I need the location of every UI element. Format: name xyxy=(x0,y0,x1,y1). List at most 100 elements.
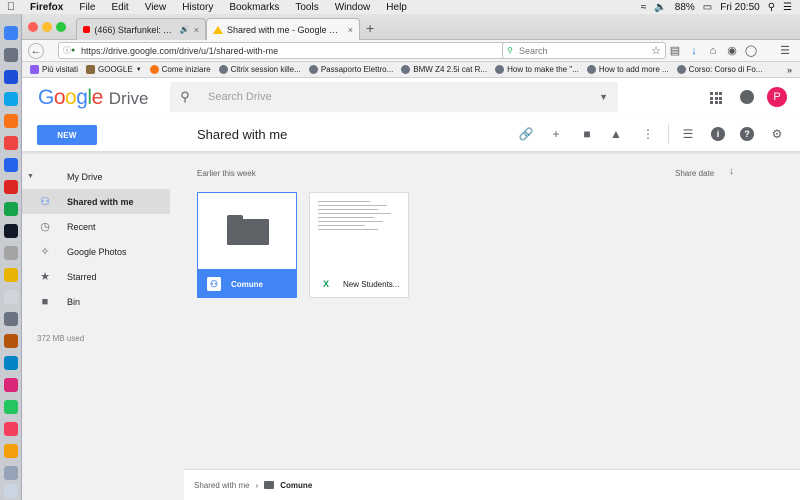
sort-by-button[interactable]: Share date xyxy=(675,169,714,178)
calendar-icon[interactable] xyxy=(4,180,18,194)
hamburger-menu-icon[interactable]: ☰ xyxy=(778,44,792,58)
bookmark-folder[interactable]: GOOGLE ▼ xyxy=(86,65,142,74)
add-to-drive-icon[interactable]: ▲ xyxy=(608,126,624,142)
notes-icon[interactable] xyxy=(4,268,18,282)
breadcrumb-root[interactable]: Shared with me xyxy=(194,481,250,490)
drive-search-input[interactable]: ⚲ Search Drive ▼ xyxy=(170,82,618,112)
info-icon[interactable]: ⓘ xyxy=(63,45,71,56)
menu-app[interactable]: Firefox xyxy=(22,2,71,13)
apple-icon[interactable]:  xyxy=(0,1,22,13)
home-icon[interactable]: ⌂ xyxy=(706,44,720,58)
menu-edit[interactable]: Edit xyxy=(103,2,136,13)
notification-center-icon[interactable]: ☰ xyxy=(783,2,792,13)
details-icon[interactable]: i xyxy=(711,127,725,141)
trash-icon[interactable] xyxy=(4,484,18,498)
search-options-icon[interactable]: ▼ xyxy=(599,92,608,102)
menu-help[interactable]: Help xyxy=(378,2,415,13)
more-bookmarks-icon[interactable]: » xyxy=(787,65,792,75)
sidebar-item-recent[interactable]: ◷ Recent xyxy=(22,214,170,239)
menu-file[interactable]: File xyxy=(71,2,103,13)
menu-window[interactable]: Window xyxy=(327,2,379,13)
menu-history[interactable]: History xyxy=(174,2,221,13)
bookmark-item[interactable]: How to add more ... xyxy=(586,65,669,74)
extension-icon[interactable]: ◯ xyxy=(744,44,758,58)
url-bar[interactable]: ⓘ ● https://drive.google.com/drive/u/1/s… xyxy=(58,42,520,59)
volume-icon[interactable]: 🔈 xyxy=(654,2,666,13)
file-card-comune[interactable]: ⚇ Comune xyxy=(197,192,297,298)
menu-tools[interactable]: Tools xyxy=(287,2,326,13)
bookmark-star-icon[interactable]: ☆ xyxy=(649,44,663,58)
maps-icon[interactable] xyxy=(4,202,18,216)
safari-icon[interactable] xyxy=(4,70,18,84)
reading-list-icon[interactable]: ▤ xyxy=(668,44,682,58)
books-icon[interactable] xyxy=(4,334,18,348)
sidebar-item-starred[interactable]: ★ Starred xyxy=(22,264,170,289)
delete-icon[interactable]: ■ xyxy=(579,126,595,142)
photos-app-icon[interactable] xyxy=(4,378,18,392)
breadcrumb-current[interactable]: Comune xyxy=(280,481,312,490)
firefox-icon[interactable] xyxy=(4,114,18,128)
messages-icon[interactable] xyxy=(4,356,18,370)
spotlight-icon[interactable]: ⚲ xyxy=(768,2,775,13)
bookmark-item[interactable]: Come iniziare xyxy=(149,65,211,74)
close-window-button[interactable] xyxy=(28,22,38,32)
share-person-icon[interactable]: + xyxy=(548,126,564,142)
mail-icon[interactable] xyxy=(4,158,18,172)
expand-arrow-icon[interactable]: ▼ xyxy=(27,173,34,180)
battery-icon[interactable]: ▭ xyxy=(703,2,712,13)
menu-bookmarks[interactable]: Bookmarks xyxy=(221,2,287,13)
sidebar-item-bin[interactable]: ■ Bin xyxy=(22,289,170,314)
tab-youtube[interactable]: (466) Starfunkel: A Mixtap... 🔊 × xyxy=(76,18,206,40)
download-icon[interactable]: ↓ xyxy=(687,44,701,58)
zoom-window-button[interactable] xyxy=(56,22,66,32)
bookmark-item[interactable]: Corso: Corso di Fo... xyxy=(676,65,762,74)
pages-icon[interactable] xyxy=(4,444,18,458)
minimize-window-button[interactable] xyxy=(42,22,52,32)
sidebar-item-my-drive[interactable]: ▼ My Drive xyxy=(22,164,170,189)
downloads-stack-icon[interactable] xyxy=(4,466,18,480)
wifi-icon[interactable]: ≈ xyxy=(641,2,647,13)
clock[interactable]: Fri 20:50 xyxy=(720,2,759,13)
contacts-icon[interactable] xyxy=(4,290,18,304)
notifications-icon[interactable] xyxy=(740,90,754,104)
sidebar-item-shared-with-me[interactable]: ⚇ Shared with me xyxy=(22,189,170,214)
menu-view[interactable]: View xyxy=(137,2,175,13)
google-drive-logo[interactable]: Google Drive xyxy=(38,86,148,110)
close-tab-icon[interactable]: × xyxy=(348,25,353,35)
settings-gear-icon[interactable]: ⚙ xyxy=(769,126,785,142)
bookmark-item[interactable]: Passaporto Elettro... xyxy=(308,65,393,74)
finder-icon[interactable] xyxy=(4,26,18,40)
new-tab-button[interactable]: + xyxy=(366,20,374,36)
terminal-icon[interactable] xyxy=(4,224,18,238)
bookmark-item[interactable]: BMW Z4 2.5i cat R... xyxy=(401,65,487,74)
storage-usage[interactable]: 372 MB used xyxy=(37,334,84,343)
browser-search-field[interactable]: ⚲ Search xyxy=(502,42,666,59)
sort-direction-icon[interactable]: ↓ xyxy=(729,166,734,177)
help-icon[interactable]: ? xyxy=(740,127,754,141)
facetime-icon[interactable] xyxy=(4,400,18,414)
tab-drive[interactable]: Shared with me - Google Drive × xyxy=(206,18,360,40)
file-card-new-students[interactable]: X New Students... xyxy=(309,192,409,298)
close-tab-icon[interactable]: × xyxy=(194,25,199,35)
account-avatar[interactable]: P xyxy=(767,87,787,107)
launchpad-icon[interactable] xyxy=(4,48,18,62)
preview-icon[interactable] xyxy=(4,246,18,260)
list-view-icon[interactable]: ☰ xyxy=(680,126,696,142)
get-link-icon[interactable]: 🔗 xyxy=(518,126,534,142)
bookmark-item[interactable]: Citrix session kille... xyxy=(218,65,301,74)
chrome-icon[interactable] xyxy=(4,136,18,150)
bookmark-item[interactable]: Più visitati xyxy=(30,65,78,74)
search-icon[interactable]: ⚲ xyxy=(170,89,200,105)
bookmark-item[interactable]: How to make the "... xyxy=(495,65,579,74)
settings-icon[interactable] xyxy=(4,312,18,326)
music-icon[interactable] xyxy=(4,422,18,436)
battery-percent[interactable]: 88% xyxy=(675,2,695,13)
pocket-icon[interactable]: ◉ xyxy=(725,44,739,58)
app-store-icon[interactable] xyxy=(4,92,18,106)
more-actions-icon[interactable]: ⋮ xyxy=(640,126,656,142)
new-button[interactable]: NEW xyxy=(37,125,97,145)
back-button[interactable]: ← xyxy=(28,43,44,59)
search-engine-icon[interactable]: ⚲ xyxy=(507,46,513,55)
google-apps-icon[interactable] xyxy=(710,92,722,104)
sidebar-item-google-photos[interactable]: ✧ Google Photos xyxy=(22,239,170,264)
